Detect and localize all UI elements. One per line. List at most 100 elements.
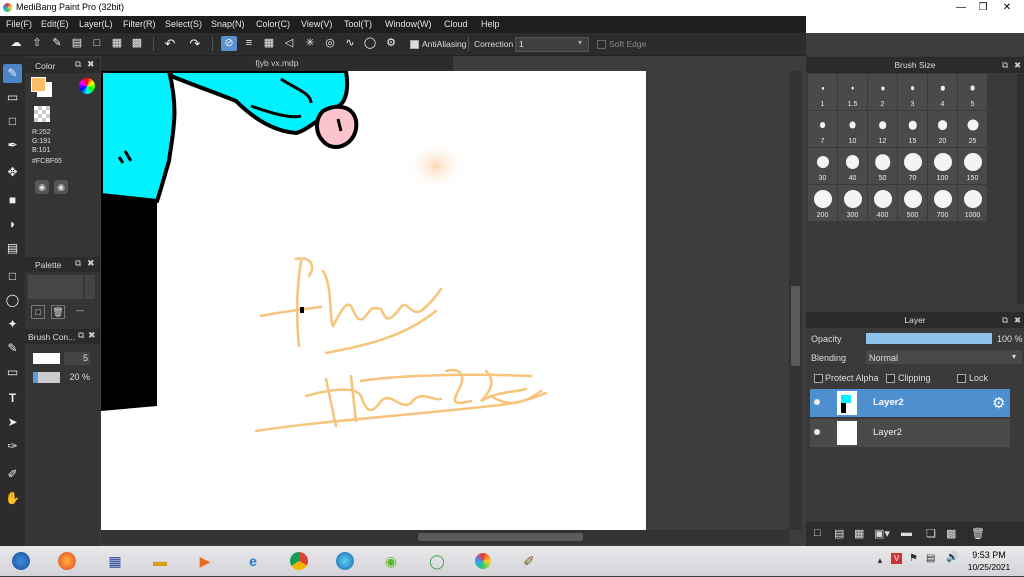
fill-icon[interactable]: ◗: [3, 215, 22, 234]
protect-alpha-checkbox[interactable]: [814, 374, 823, 383]
visibility-icon[interactable]: [814, 429, 820, 435]
brush-size-option[interactable]: 10: [838, 111, 867, 147]
firefox-icon[interactable]: [50, 549, 84, 573]
close-button[interactable]: ✕: [996, 0, 1018, 15]
eraser-icon[interactable]: ▭: [3, 88, 22, 107]
blending-select[interactable]: Normal ▾: [866, 350, 1022, 364]
folder-icon[interactable]: ▬: [143, 549, 177, 573]
undock-icon[interactable]: ⧉: [1002, 57, 1008, 73]
brush-size-value[interactable]: 5: [64, 352, 90, 365]
brush-opacity-value[interactable]: 20 %: [64, 371, 90, 384]
palette-picker-icon[interactable]: ◉: [35, 180, 49, 194]
folder-icon[interactable]: ▬: [901, 527, 912, 539]
trash-icon[interactable]: 🗑: [971, 527, 985, 540]
layer-opacity-bar[interactable]: [866, 333, 992, 344]
menu-select[interactable]: Select(S): [165, 19, 202, 29]
palette-swatch-area[interactable]: [28, 275, 83, 299]
color-picker-icon[interactable]: ◉: [54, 180, 68, 194]
minimize-button[interactable]: —: [950, 0, 972, 15]
brush-size-option[interactable]: 12: [868, 111, 897, 147]
layer-row[interactable]: Layer2: [810, 419, 1010, 447]
snap-circle-icon[interactable]: ◎: [322, 36, 338, 51]
snap-grid-icon[interactable]: ▦: [261, 36, 277, 51]
close-icon[interactable]: ✖: [87, 258, 95, 269]
network-icon[interactable]: ▤: [926, 553, 935, 564]
chrome-icon[interactable]: [282, 549, 316, 573]
close-icon[interactable]: ✖: [1014, 57, 1021, 73]
upload-icon[interactable]: ⇧: [29, 36, 45, 51]
select-icon[interactable]: □: [3, 267, 22, 286]
maximize-button[interactable]: ❐: [972, 0, 994, 15]
trash-icon[interactable]: 🗑: [51, 305, 65, 319]
clock-date[interactable]: 10/25/2021: [964, 562, 1014, 572]
brush-size-option[interactable]: 2: [868, 74, 897, 110]
internet-explorer-icon[interactable]: e: [236, 549, 270, 573]
menu-cloud[interactable]: Cloud: [444, 19, 468, 29]
pipette-icon[interactable]: ✐: [3, 465, 22, 484]
flag-icon[interactable]: ⚑: [909, 553, 918, 564]
brush-size-option[interactable]: 100: [928, 148, 957, 184]
add-layer-menu-icon[interactable]: ▣▾: [874, 527, 890, 540]
fill-rect-icon[interactable]: ■: [3, 191, 22, 210]
visibility-icon[interactable]: [814, 399, 820, 405]
drawing-canvas[interactable]: [101, 71, 646, 530]
undock-icon[interactable]: ⧉: [1002, 312, 1008, 328]
layer-row-selected[interactable]: Layer2 ⚙: [810, 389, 1010, 417]
brush-size-option[interactable]: 200: [808, 185, 837, 221]
undo-icon[interactable]: ↶: [162, 36, 178, 51]
menu-file[interactable]: File(F): [6, 19, 32, 29]
palette-scrollbar[interactable]: [85, 275, 95, 299]
edge-icon[interactable]: [328, 549, 362, 573]
menu-snap[interactable]: Snap(N): [211, 19, 245, 29]
brush-size-option[interactable]: 400: [868, 185, 897, 221]
horizontal-scrollbar[interactable]: [101, 530, 789, 544]
snap-settings-icon[interactable]: ⚙: [383, 36, 399, 51]
brush-size-option[interactable]: 150: [958, 148, 987, 184]
horizontal-scroll-thumb[interactable]: [418, 533, 583, 541]
brush-size-option[interactable]: 50: [868, 148, 897, 184]
undock-icon[interactable]: ⧉: [75, 59, 81, 70]
pages-icon[interactable]: ▦: [109, 36, 125, 51]
close-icon[interactable]: ✖: [88, 330, 96, 341]
snap-perspective-icon[interactable]: ◁: [281, 36, 297, 51]
pen-icon[interactable]: ✎: [3, 64, 22, 83]
menu-tool[interactable]: Tool(T): [344, 19, 372, 29]
brush-size-option[interactable]: 40: [838, 148, 867, 184]
brush-size-option[interactable]: 7: [808, 111, 837, 147]
brush-size-option[interactable]: 300: [838, 185, 867, 221]
menu-help[interactable]: Help: [481, 19, 500, 29]
antialiasing-checkbox[interactable]: [410, 40, 419, 49]
menu-color[interactable]: Color(C): [256, 19, 290, 29]
new-halftone-layer-icon[interactable]: ▤: [834, 527, 844, 540]
grid-icon[interactable]: ▩: [129, 36, 145, 51]
brush-size-bar[interactable]: [33, 353, 60, 364]
rectangle-icon[interactable]: □: [3, 112, 22, 131]
gear-icon[interactable]: ⚙: [992, 394, 1005, 412]
operation-icon[interactable]: ➤: [3, 413, 22, 432]
transparent-swatch[interactable]: [34, 106, 50, 122]
new-8bit-layer-icon[interactable]: ▦: [854, 527, 864, 540]
soft-edge-checkbox[interactable]: [597, 40, 606, 49]
brush-size-option[interactable]: 15: [898, 111, 927, 147]
select-eraser-icon[interactable]: ▭: [3, 363, 22, 382]
menu-edit[interactable]: Edit(E): [41, 19, 69, 29]
page-icon[interactable]: □: [89, 36, 105, 51]
app-green-circle-icon[interactable]: ◯: [420, 549, 454, 573]
volume-icon[interactable]: 🔊: [946, 552, 958, 563]
vertical-scrollbar[interactable]: [789, 71, 802, 530]
brush-size-option[interactable]: 70: [898, 148, 927, 184]
brush-size-option[interactable]: 1.5: [838, 74, 867, 110]
text-icon[interactable]: T: [3, 389, 22, 408]
clipping-checkbox[interactable]: [886, 374, 895, 383]
duplicate-layer-icon[interactable]: ❏: [926, 527, 936, 540]
close-icon[interactable]: ✖: [87, 59, 95, 70]
comment-icon[interactable]: ✎: [49, 36, 65, 51]
brush-size-option[interactable]: 1000: [958, 185, 987, 221]
correction-select[interactable]: 1 ▾: [515, 37, 589, 52]
snap-parallel-icon[interactable]: ≡: [241, 36, 257, 51]
brush-size-option[interactable]: 4: [928, 74, 957, 110]
app-green-icon[interactable]: ◉: [374, 549, 408, 573]
paint-icon[interactable]: ✐: [512, 549, 546, 573]
hand-icon[interactable]: ✋: [3, 489, 22, 508]
brush-size-option[interactable]: 30: [808, 148, 837, 184]
